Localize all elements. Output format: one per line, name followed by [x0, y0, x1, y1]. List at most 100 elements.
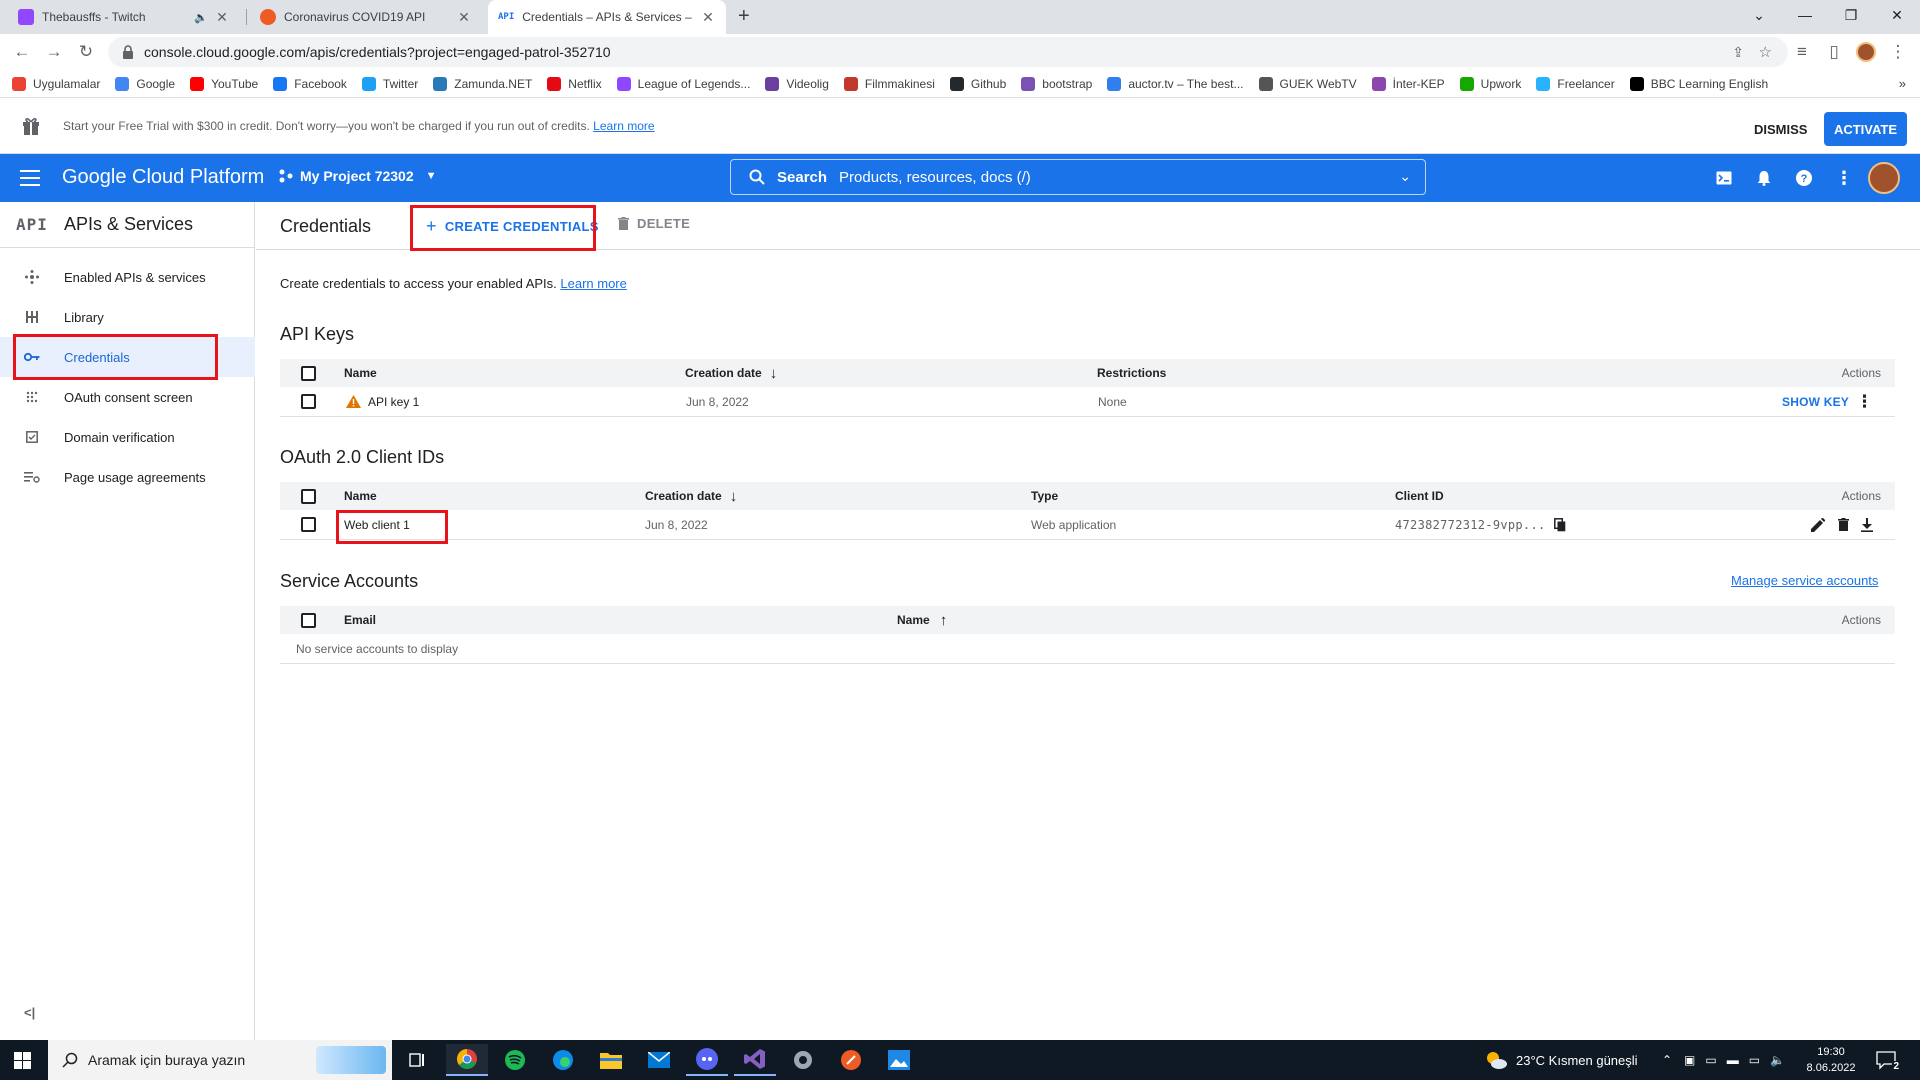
select-all-checkbox[interactable]: [301, 488, 316, 504]
manage-service-accounts-link[interactable]: Manage service accounts: [1731, 573, 1878, 588]
speaker-icon[interactable]: 🔈: [194, 11, 208, 24]
bookmark-item[interactable]: League of Legends...: [616, 76, 750, 91]
close-tab-icon[interactable]: ✕: [214, 9, 230, 26]
copy-icon[interactable]: [1553, 517, 1566, 532]
search-bar[interactable]: Search Products, resources, docs (/) ⌄: [730, 159, 1426, 195]
bookmark-item[interactable]: YouTube: [190, 76, 258, 91]
search-expand-icon[interactable]: ⌄: [1399, 168, 1411, 185]
new-tab-icon[interactable]: +: [738, 5, 750, 28]
trash-icon[interactable]: [1838, 510, 1849, 539]
gcp-brand[interactable]: Google Cloud Platform: [62, 166, 264, 189]
postman-taskbar-icon[interactable]: [830, 1044, 872, 1076]
bookmark-item[interactable]: Github: [949, 76, 1006, 91]
app-gear-icon[interactable]: [782, 1044, 824, 1076]
visual-studio-icon[interactable]: [734, 1044, 776, 1076]
column-name[interactable]: Name ↑: [897, 606, 947, 634]
bookmark-item[interactable]: Filmmakinesi: [843, 76, 935, 91]
bookmark-item[interactable]: Freelancer: [1536, 76, 1615, 91]
mail-icon[interactable]: [638, 1044, 680, 1076]
column-email[interactable]: Email: [344, 606, 376, 634]
close-tab-icon[interactable]: ✕: [700, 9, 716, 26]
select-all-checkbox[interactable]: [301, 612, 316, 628]
column-name[interactable]: Name: [344, 482, 377, 510]
dismiss-button[interactable]: DISMISS: [1742, 112, 1819, 146]
bookmark-item[interactable]: Netflix: [547, 76, 602, 91]
battery-icon[interactable]: ▬: [1727, 1053, 1739, 1067]
sidebar-item-domain-verification[interactable]: Domain verification: [0, 417, 255, 457]
row-checkbox[interactable]: [301, 517, 316, 532]
column-creation-date[interactable]: Creation date ↓: [685, 359, 777, 387]
bookmark-item[interactable]: Facebook: [273, 76, 347, 91]
bookmark-item[interactable]: Upwork: [1459, 76, 1521, 91]
user-avatar[interactable]: [1868, 162, 1900, 194]
api-key-name[interactable]: API key 1: [368, 395, 419, 409]
bookmark-item[interactable]: bootstrap: [1021, 76, 1092, 91]
sidebar-item-enabled-apis[interactable]: Enabled APIs & services: [0, 257, 255, 297]
taskbar-clock[interactable]: 19:30 8.06.2022: [1800, 1044, 1862, 1076]
cloud-shell-icon[interactable]: [1712, 166, 1736, 190]
discord-icon[interactable]: [686, 1044, 728, 1076]
delete-button[interactable]: DELETE: [618, 216, 690, 231]
bookmark-item[interactable]: Zamunda.NET: [433, 76, 532, 91]
taskbar-search[interactable]: Aramak için buraya yazın: [48, 1040, 392, 1080]
column-creation-date[interactable]: Creation date ↓: [645, 482, 737, 510]
bookmark-item[interactable]: GUEK WebTV: [1258, 76, 1357, 91]
tab-search-icon[interactable]: ⌄: [1736, 0, 1782, 30]
reading-list-icon[interactable]: ≡: [1788, 38, 1816, 66]
edge-icon[interactable]: [542, 1044, 584, 1076]
intro-learn-more-link[interactable]: Learn more: [560, 276, 626, 291]
chrome-taskbar-icon[interactable]: [446, 1044, 488, 1076]
photos-icon[interactable]: [878, 1044, 920, 1076]
share-icon[interactable]: ⇪: [1732, 44, 1744, 61]
address-bar[interactable]: console.cloud.google.com/apis/credential…: [108, 37, 1788, 67]
download-icon[interactable]: [1861, 510, 1873, 539]
forward-icon[interactable]: →: [40, 38, 68, 66]
row-more-vert-icon[interactable]: ⋮: [1856, 387, 1873, 416]
bookmark-item[interactable]: auctor.tv – The best...: [1107, 76, 1244, 91]
column-name[interactable]: Name: [344, 359, 377, 387]
profile-avatar[interactable]: [1856, 42, 1876, 62]
show-key-button[interactable]: SHOW KEY: [1782, 395, 1849, 409]
notification-center-icon[interactable]: 2: [1876, 1050, 1900, 1072]
minimize-icon[interactable]: —: [1782, 0, 1828, 30]
display-icon[interactable]: ▭: [1749, 1053, 1760, 1067]
bookmark-item[interactable]: İnter-KEP: [1371, 76, 1445, 91]
close-tab-icon[interactable]: ✕: [456, 9, 472, 26]
edit-pencil-icon[interactable]: [1811, 510, 1825, 539]
reload-icon[interactable]: ↻: [72, 38, 100, 66]
trial-learn-more-link[interactable]: Learn more: [593, 119, 654, 133]
weather-widget[interactable]: 23°C Kısmen güneşli: [1484, 1040, 1638, 1080]
star-icon[interactable]: ☆: [1759, 43, 1772, 61]
volume-icon[interactable]: 🔈: [1770, 1053, 1785, 1067]
tray-system-icons[interactable]: ▣ ▭ ▬ ▭ 🔈: [1684, 1040, 1785, 1080]
task-view-icon[interactable]: [396, 1044, 438, 1076]
spotify-icon[interactable]: [494, 1044, 536, 1076]
notifications-bell-icon[interactable]: [1752, 166, 1776, 190]
side-panel-icon[interactable]: ▯: [1820, 38, 1848, 66]
chrome-menu-icon[interactable]: ⋮: [1884, 38, 1912, 66]
tray-chevron-up-icon[interactable]: ⌃: [1662, 1040, 1672, 1080]
back-icon[interactable]: ←: [8, 38, 36, 66]
collapse-sidebar-icon[interactable]: <|: [24, 1005, 35, 1020]
bookmark-item[interactable]: Twitter: [361, 76, 418, 91]
project-picker[interactable]: My Project 72302 ▼: [278, 168, 437, 184]
network-icon[interactable]: ▭: [1705, 1053, 1716, 1067]
window-close-icon[interactable]: ✕: [1874, 0, 1920, 30]
bookmark-item[interactable]: Google: [115, 76, 175, 91]
sidebar-item-library[interactable]: Library: [0, 297, 255, 337]
restore-icon[interactable]: ❐: [1828, 0, 1874, 30]
meet-now-icon[interactable]: ▣: [1684, 1053, 1695, 1067]
row-checkbox[interactable]: [301, 394, 316, 409]
tab-twitch[interactable]: Thebausffs - Twitch 🔈 ✕: [8, 0, 240, 34]
help-icon[interactable]: ?: [1792, 166, 1816, 190]
hamburger-menu-icon[interactable]: [20, 169, 40, 187]
windows-start-icon[interactable]: [14, 1052, 31, 1069]
file-explorer-icon[interactable]: [590, 1044, 632, 1076]
sidebar-item-oauth-consent[interactable]: OAuth consent screen: [0, 377, 255, 417]
bookmark-item[interactable]: BBC Learning English: [1629, 76, 1768, 91]
bookmark-item[interactable]: Uygulamalar: [12, 76, 100, 91]
select-all-checkbox[interactable]: [301, 365, 316, 381]
more-vert-icon[interactable]: ⋮: [1832, 166, 1856, 190]
bookmark-item[interactable]: Videolig: [765, 76, 829, 91]
activate-button[interactable]: ACTIVATE: [1824, 112, 1907, 146]
